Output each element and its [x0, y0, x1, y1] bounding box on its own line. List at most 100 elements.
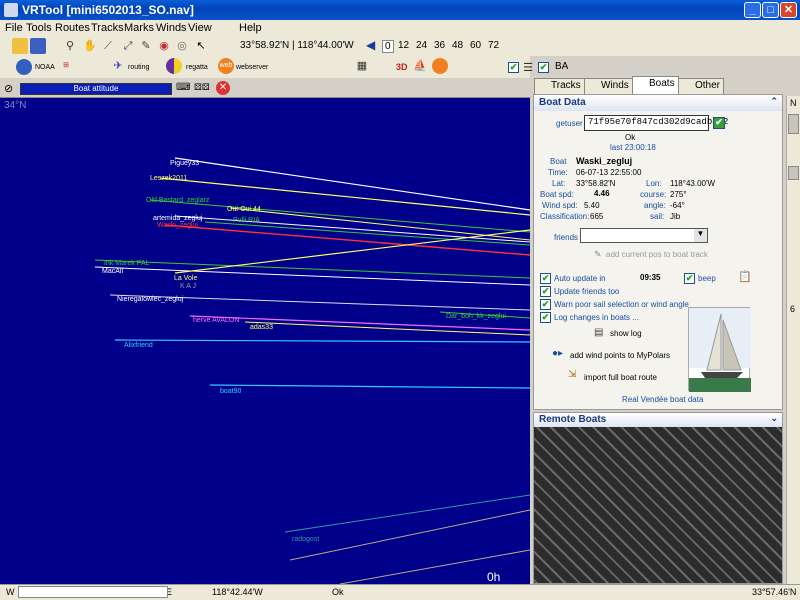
time-value: 06-07-13 22:55:00	[576, 168, 642, 177]
time-label: Time:	[548, 168, 568, 177]
hour-72[interactable]: 72	[488, 40, 499, 51]
3d-button[interactable]: 3D	[396, 62, 408, 72]
scroll-thumb[interactable]	[788, 166, 799, 180]
hour-12[interactable]: 12	[398, 40, 409, 51]
noaa-icon[interactable]	[16, 59, 32, 75]
friends-dropdown[interactable]: ▼	[580, 228, 708, 243]
pointer-icon[interactable]: ↖	[193, 38, 209, 54]
add-pos-button[interactable]: add current pos to boat track	[606, 250, 708, 259]
confirm-check-icon[interactable]: ✔	[713, 117, 725, 129]
boat-label[interactable]: Pulli RIA	[233, 217, 260, 224]
menu-bar: File Tools Routes Tracks Marks Winds Vie…	[0, 20, 800, 36]
regatta-icon[interactable]	[166, 58, 182, 74]
firefox-icon[interactable]	[432, 58, 448, 74]
collapse-icon[interactable]: ⌃	[770, 96, 778, 107]
tab-winds[interactable]: Winds	[584, 78, 633, 94]
boat-label[interactable]: K A J	[180, 283, 196, 290]
boat-label[interactable]: herve AVALON	[193, 317, 239, 324]
routing-label[interactable]: routing	[128, 64, 149, 71]
mark-icon[interactable]: ◉	[156, 38, 172, 54]
boat-label[interactable]: Oui-Oui 44	[227, 206, 261, 213]
import-route-button[interactable]: import full boat route	[584, 373, 657, 382]
menu-marks[interactable]: Marks	[124, 22, 154, 34]
menu-tracks[interactable]: Tracks	[91, 22, 124, 34]
boat-label[interactable]: Nieregalowiec_zegluj	[117, 296, 183, 303]
stop-icon[interactable]: ✕	[216, 81, 230, 95]
menu-help[interactable]: Help	[239, 22, 262, 34]
dice-icon[interactable]: ⚄⚄	[194, 82, 210, 93]
chevron-down-icon[interactable]: ▼	[694, 229, 707, 242]
maximize-button[interactable]: □	[762, 2, 779, 18]
hour-24[interactable]: 24	[416, 40, 427, 51]
target-icon[interactable]: ◎	[174, 38, 190, 54]
boat-label[interactable]: Piguey33	[170, 160, 199, 167]
webserver-label[interactable]: webserver	[236, 64, 268, 71]
hand-pan-icon[interactable]: ✋	[82, 38, 98, 54]
noaa-label[interactable]: NOAA	[35, 64, 55, 71]
boat-label[interactable]: Dar_boh_kk_zeglui	[446, 313, 506, 320]
boat-label[interactable]: Old Bastard_zeglarz	[146, 197, 209, 204]
scroll-thumb[interactable]	[788, 114, 799, 134]
getuser-field[interactable]: 71f95e70f847cd302d9cadb8b2	[584, 115, 728, 131]
boat-label[interactable]: adas33	[250, 324, 273, 331]
boat-label[interactable]: boat90	[220, 388, 241, 395]
open-folder-icon[interactable]	[12, 38, 28, 54]
close-button[interactable]: ✕	[780, 2, 797, 18]
menu-file[interactable]: File	[5, 22, 23, 34]
log-checkbox[interactable]: ✔	[540, 312, 551, 323]
boat-label[interactable]: La Vole	[174, 275, 197, 282]
hour-60[interactable]: 60	[470, 40, 481, 51]
toggle-checkbox[interactable]: ✔	[508, 62, 519, 73]
boat-label[interactable]: Alixfriend	[124, 342, 153, 349]
lat-value: 33°58.82'N	[576, 179, 616, 188]
auto-update-checkbox[interactable]: ✔	[540, 273, 551, 284]
hour-36[interactable]: 36	[434, 40, 445, 51]
ba-checkbox[interactable]: ✔	[538, 62, 549, 73]
menu-view[interactable]: View	[188, 22, 212, 34]
vertical-scrollbar[interactable]: N 6	[786, 96, 800, 584]
boat-label[interactable]: Waski_zegluj	[157, 222, 198, 229]
update-friends-checkbox[interactable]: ✔	[540, 286, 551, 297]
boat-label[interactable]: artemida_zegluj	[153, 215, 202, 222]
ugrib-icon[interactable]: ⊞	[58, 58, 74, 74]
add-wind-button[interactable]: add wind points to MyPolars	[570, 351, 670, 360]
list-icon[interactable]: ☰	[520, 60, 536, 76]
boat-view-icon[interactable]: ⛵	[412, 58, 428, 74]
boat-data-header: Boat Data ⌃	[534, 95, 782, 111]
horizontal-scrollbar[interactable]	[18, 586, 168, 598]
tab-other[interactable]: Other	[678, 78, 725, 94]
pencil-icon[interactable]: ✎	[138, 38, 154, 54]
boat-label[interactable]: Ink Marek PAL	[104, 260, 149, 267]
no-entry-icon[interactable]: ⊘	[4, 82, 13, 95]
calculator-icon[interactable]: ▦	[354, 58, 370, 74]
boat-label[interactable]: MacAll	[102, 268, 123, 275]
regatta-label[interactable]: regatta	[186, 64, 208, 71]
route-tool-icon[interactable]: ⤢	[120, 38, 136, 54]
expand-icon[interactable]: ⌄	[770, 413, 778, 424]
boat-label[interactable]: Leszek2011	[150, 175, 187, 182]
clipboard-icon[interactable]: 📋	[738, 270, 752, 283]
save-icon[interactable]	[30, 38, 46, 54]
zoom-icon[interactable]: ⚲	[62, 38, 78, 54]
vendee-link[interactable]: Real Vendée boat data	[622, 395, 703, 404]
tab-boats[interactable]: Boats	[632, 76, 679, 94]
remote-boats-background	[534, 427, 782, 583]
minimize-button[interactable]: _	[744, 2, 761, 18]
keyboard-icon[interactable]: ⌨	[176, 82, 190, 93]
warn-checkbox[interactable]: ✔	[540, 299, 551, 310]
boat-label[interactable]: radogost	[292, 536, 319, 543]
time-back-icon[interactable]: ◀	[366, 38, 375, 52]
beep-checkbox[interactable]: ✔	[684, 273, 695, 284]
webserver-icon[interactable]: web	[218, 58, 234, 74]
show-log-button[interactable]: show log	[610, 329, 642, 338]
tab-tracks[interactable]: Tracks	[534, 78, 585, 94]
menu-routes[interactable]: Routes	[55, 22, 90, 34]
hour-0[interactable]: 0	[382, 40, 394, 53]
measure-icon[interactable]: ⟋	[100, 38, 116, 54]
menu-tools[interactable]: Tools	[26, 22, 52, 34]
chart-map[interactable]: ⊘ Boat attitude ⌨ ⚄⚄ ✕ 34°N Piguey33 Les…	[0, 80, 530, 584]
menu-winds[interactable]: Winds	[156, 22, 187, 34]
hour-48[interactable]: 48	[452, 40, 463, 51]
angle-label: angle:	[644, 201, 666, 210]
routing-icon[interactable]: ✈	[110, 58, 126, 74]
